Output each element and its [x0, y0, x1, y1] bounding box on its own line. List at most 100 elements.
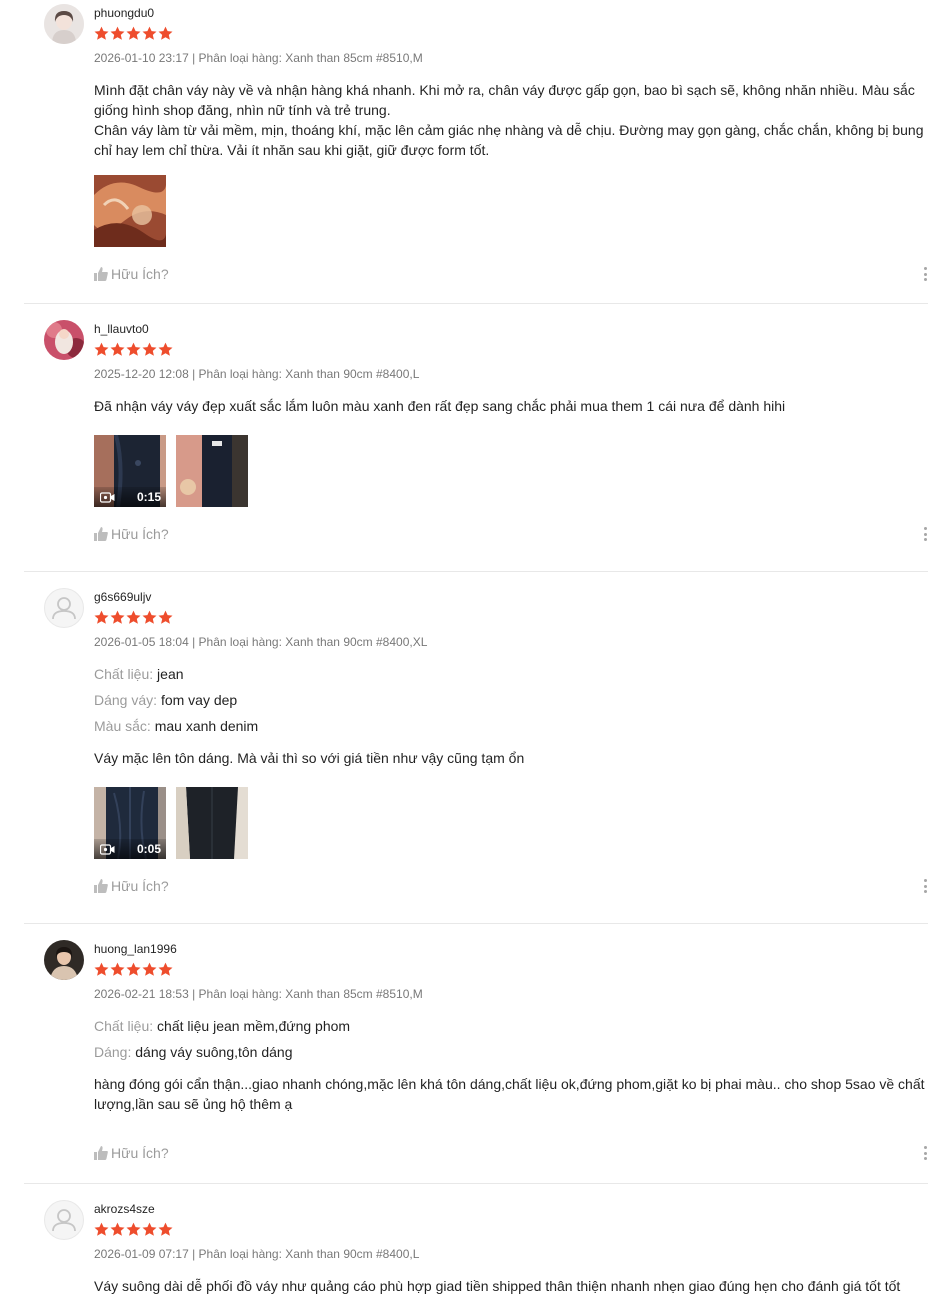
video-overlay: 0:05: [94, 839, 166, 859]
review-photo[interactable]: [94, 175, 166, 247]
star-icon: [142, 342, 157, 356]
review-photo[interactable]: [176, 435, 248, 507]
star-icon: [126, 342, 141, 356]
reviewer-username[interactable]: phuongdu0: [94, 6, 154, 20]
star-icon: [126, 26, 141, 40]
review-meta: 2026-02-21 18:53 | Phân loại hàng: Xanh …: [94, 987, 423, 1001]
helpful-button[interactable]: Hữu Ích?: [94, 266, 169, 282]
star-icon: [94, 1222, 109, 1236]
star-icon: [126, 610, 141, 624]
star-icon: [110, 962, 125, 976]
review-media: 0:15: [94, 435, 248, 507]
review-media: [94, 175, 166, 247]
review-attribute: Dáng váy: fom vay dep: [94, 690, 237, 710]
attribute-label: Chất liệu:: [94, 1018, 154, 1034]
reviewer-username[interactable]: akrozs4sze: [94, 1202, 155, 1216]
star-icon: [94, 26, 109, 40]
review-attribute: Màu sắc: mau xanh denim: [94, 716, 258, 736]
star-icon: [110, 342, 125, 356]
review-text: hàng đóng gói cẩn thận...giao nhanh chón…: [94, 1074, 928, 1114]
helpful-button[interactable]: Hữu Ích?: [94, 1145, 169, 1161]
review-text-line: hàng đóng gói cẩn thận...giao nhanh chón…: [94, 1076, 925, 1112]
review-text: Đã nhận váy váy đẹp xuất sắc lắm luôn mà…: [94, 396, 928, 416]
rating-stars: [94, 962, 173, 977]
attribute-label: Chất liệu:: [94, 666, 154, 682]
star-icon: [158, 610, 173, 624]
reviewer-username[interactable]: h_llauvto0: [94, 322, 149, 336]
video-duration: 0:05: [136, 842, 161, 856]
thumbs-up-icon: [94, 879, 108, 893]
video-camera-icon: [100, 491, 115, 503]
rating-stars: [94, 610, 173, 625]
more-options-icon[interactable]: [922, 1145, 928, 1161]
more-options-icon[interactable]: [922, 878, 928, 894]
star-icon: [94, 610, 109, 624]
review-video[interactable]: 0:15: [94, 435, 166, 507]
reviewer-username[interactable]: g6s669uljv: [94, 590, 151, 604]
review-text-line: Đã nhận váy váy đẹp xuất sắc lắm luôn mà…: [94, 398, 786, 414]
star-icon: [142, 610, 157, 624]
avatar[interactable]: [44, 588, 84, 628]
helpful-button[interactable]: Hữu Ích?: [94, 878, 169, 894]
attribute-value: mau xanh denim: [154, 718, 259, 734]
review-photo[interactable]: [176, 787, 248, 859]
attribute-label: Dáng:: [94, 1044, 132, 1060]
review-meta: 2026-01-05 18:04 | Phân loại hàng: Xanh …: [94, 635, 428, 649]
thumbs-up-icon: [94, 1146, 108, 1160]
thumbs-up-icon: [94, 267, 108, 281]
star-icon: [142, 26, 157, 40]
review-text: Váy suông dài dễ phối đồ váy như quảng c…: [94, 1276, 928, 1296]
star-icon: [142, 962, 157, 976]
review-text-line: Chân váy làm từ vải mềm, mịn, thoáng khí…: [94, 122, 924, 158]
more-options-icon[interactable]: [922, 266, 928, 282]
review-text: Váy mặc lên tôn dáng. Mà vải thì so với …: [94, 748, 928, 768]
star-icon: [94, 962, 109, 976]
review-attribute: Chất liệu: chất liệu jean mềm,đứng phom: [94, 1016, 350, 1036]
reviewer-username[interactable]: huong_lan1996: [94, 942, 177, 956]
helpful-button[interactable]: Hữu Ích?: [94, 526, 169, 542]
star-icon: [158, 342, 173, 356]
helpful-label: Hữu Ích?: [111, 878, 169, 894]
review-meta: 2026-01-09 07:17 | Phân loại hàng: Xanh …: [94, 1247, 420, 1261]
review-item: h_llauvto0 2025-12-20 12:08 | Phân loại …: [24, 316, 928, 572]
helpful-label: Hữu Ích?: [111, 1145, 169, 1161]
review-attribute: Chất liệu: jean: [94, 664, 184, 684]
review-text: Mình đặt chân váy này về và nhận hàng kh…: [94, 80, 928, 160]
review-item: phuongdu0 2026-01-10 23:17 | Phân loại h…: [24, 0, 928, 304]
review-text-line: Mình đặt chân váy này về và nhận hàng kh…: [94, 82, 915, 118]
avatar[interactable]: [44, 940, 84, 980]
helpful-label: Hữu Ích?: [111, 526, 169, 542]
review-item: g6s669uljv 2026-01-05 18:04 | Phân loại …: [24, 584, 928, 924]
review-meta: 2026-01-10 23:17 | Phân loại hàng: Xanh …: [94, 51, 423, 65]
video-duration: 0:15: [136, 490, 161, 504]
attribute-label: Dáng váy:: [94, 692, 158, 708]
rating-stars: [94, 1222, 173, 1237]
star-icon: [110, 1222, 125, 1236]
avatar[interactable]: [44, 320, 84, 360]
review-text-line: Váy suông dài dễ phối đồ váy như quảng c…: [94, 1278, 901, 1294]
thumbs-up-icon: [94, 527, 108, 541]
more-options-icon[interactable]: [922, 526, 928, 542]
attribute-value: fom vay dep: [160, 692, 238, 708]
star-icon: [158, 26, 173, 40]
rating-stars: [94, 26, 173, 41]
star-icon: [94, 342, 109, 356]
avatar[interactable]: [44, 4, 84, 44]
attribute-value: chất liệu jean mềm,đứng phom: [157, 1018, 351, 1034]
attribute-value: dáng váy suông,tôn dáng: [135, 1044, 293, 1060]
star-icon: [110, 610, 125, 624]
helpful-label: Hữu Ích?: [111, 266, 169, 282]
star-icon: [110, 26, 125, 40]
star-icon: [126, 1222, 141, 1236]
avatar[interactable]: [44, 1200, 84, 1240]
review-attribute: Dáng: dáng váy suông,tôn dáng: [94, 1042, 293, 1062]
review-video[interactable]: 0:05: [94, 787, 166, 859]
star-icon: [158, 962, 173, 976]
star-icon: [142, 1222, 157, 1236]
video-camera-icon: [100, 843, 115, 855]
review-item: akrozs4sze 2026-01-09 07:17 | Phân loại …: [24, 1196, 928, 1306]
review-media: 0:05: [94, 787, 248, 859]
attribute-label: Màu sắc:: [94, 718, 151, 734]
star-icon: [126, 962, 141, 976]
review-text-line: Váy mặc lên tôn dáng. Mà vải thì so với …: [94, 750, 525, 766]
